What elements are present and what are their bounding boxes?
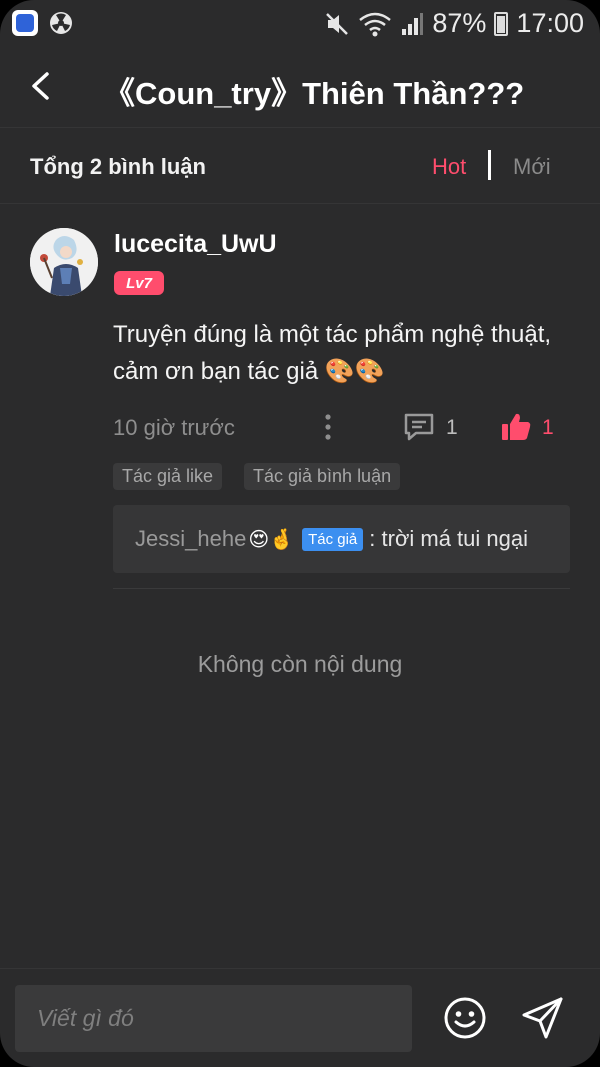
signal-icon	[402, 12, 424, 35]
reply-username[interactable]: Jessi_hehe	[135, 526, 246, 552]
comment-timestamp: 10 giờ trước	[113, 415, 235, 440]
comments-summary-row: Tổng 2 bình luận Hot Mới	[0, 130, 600, 204]
end-of-list-text: Không còn nội dung	[197, 651, 403, 677]
app-screen: 87% 17:00 《Coun_try》Thiên Thần??? Tổng 2…	[0, 0, 600, 1067]
level-badge: Lv7	[114, 271, 164, 295]
radiation-icon	[50, 12, 72, 34]
comment-username[interactable]: lucecita_UwU	[114, 230, 277, 259]
wifi-icon	[359, 12, 392, 36]
app-notification-icon	[12, 10, 38, 36]
comment-content: Truyện đúng là một tác phẩm nghệ thuật, …	[113, 321, 552, 385]
author-liked-badge: Tác giả like	[113, 463, 223, 490]
author-tag: Tác giả	[302, 527, 364, 551]
avatar[interactable]	[30, 228, 98, 296]
sort-hot-tab[interactable]: Hot	[432, 154, 466, 180]
smiley-icon[interactable]	[443, 996, 487, 1040]
author-replied-badge: Tác giả bình luận	[244, 463, 401, 490]
status-right: 87% 17:00	[324, 8, 584, 39]
mute-icon	[326, 12, 349, 35]
sort-separator	[488, 150, 491, 180]
send-icon[interactable]	[520, 995, 566, 1041]
reply-count: 1	[446, 416, 458, 439]
more-vertical-icon[interactable]	[318, 412, 338, 442]
clock-time: 17:00	[516, 8, 584, 38]
comment-input[interactable]	[15, 985, 412, 1052]
like-count: 1	[542, 416, 554, 439]
battery-percent: 87%	[432, 8, 487, 38]
avatar-illustration	[30, 228, 98, 296]
status-left	[12, 10, 74, 36]
top-app-bar: 《Coun_try》Thiên Thần???	[0, 48, 600, 128]
reply-text: : trời má tui ngại	[369, 526, 528, 551]
reply-user-emoji: 😍🤞	[248, 527, 295, 551]
page-title: 《Coun_try》Thiên Thần???	[104, 76, 525, 111]
comment-input-bar	[0, 968, 600, 1067]
thumbs-up-icon[interactable]	[499, 410, 533, 444]
reply-preview[interactable]: Jessi_hehe 😍🤞 Tác giả : trời má tui ngại	[113, 505, 570, 573]
comment-icon[interactable]	[402, 410, 436, 444]
battery-icon	[494, 11, 509, 36]
comment-count: Tổng 2 bình luận	[30, 154, 206, 179]
divider	[113, 588, 570, 589]
status-bar: 87% 17:00	[0, 0, 600, 46]
back-icon[interactable]	[22, 66, 62, 106]
sort-new-tab[interactable]: Mới	[513, 154, 551, 180]
